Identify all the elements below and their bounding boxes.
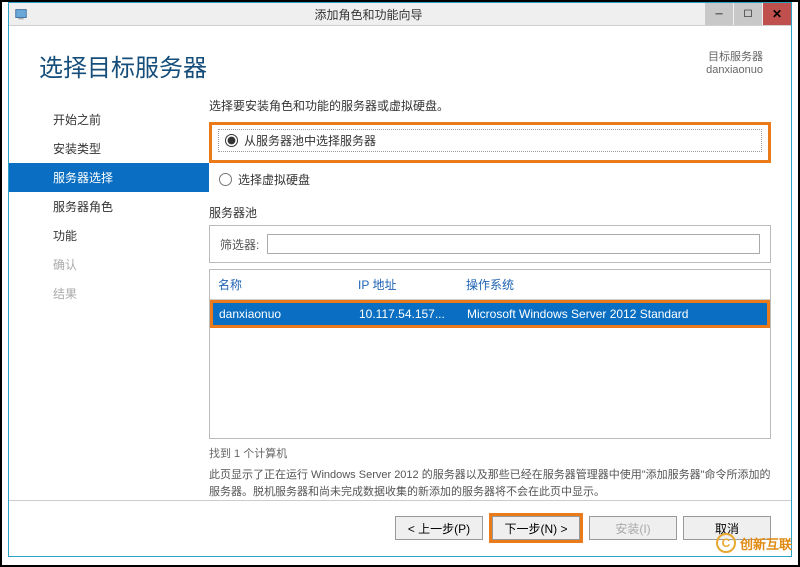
filter-label: 筛选器:: [220, 236, 259, 253]
instruction-text: 选择要安装角色和功能的服务器或虚拟硬盘。: [209, 97, 771, 114]
col-ip[interactable]: IP 地址: [358, 276, 466, 293]
radio-group-highlight: 从服务器池中选择服务器: [209, 122, 771, 163]
sidebar-item-features[interactable]: 功能: [9, 221, 209, 250]
filter-input[interactable]: [267, 234, 760, 254]
radio-vhd[interactable]: 选择虚拟硬盘: [209, 169, 771, 190]
radio-from-pool[interactable]: 从服务器池中选择服务器: [218, 129, 762, 152]
filter-box: 筛选器:: [209, 225, 771, 263]
wizard-window: 添加角色和功能向导 ─ ☐ ✕ 选择目标服务器 目标服务器 danxiaonuo…: [8, 2, 792, 557]
watermark-icon: C: [716, 533, 736, 553]
pool-label: 服务器池: [209, 204, 771, 221]
app-icon: [9, 7, 33, 21]
col-name[interactable]: 名称: [218, 276, 358, 293]
sidebar-item-begin[interactable]: 开始之前: [9, 105, 209, 134]
cell-os: Microsoft Windows Server 2012 Standard: [467, 307, 761, 321]
sidebar-item-confirm: 确认: [9, 250, 209, 279]
next-button-highlight: 下一步(N) >: [489, 513, 583, 543]
watermark: C 创新互联: [716, 533, 792, 553]
radio-from-pool-input[interactable]: [225, 134, 238, 147]
next-button[interactable]: 下一步(N) >: [492, 516, 580, 540]
radio-vhd-label: 选择虚拟硬盘: [238, 171, 310, 188]
radio-from-pool-label: 从服务器池中选择服务器: [244, 132, 376, 149]
selected-row-highlight: danxiaonuo 10.117.54.157... Microsoft Wi…: [210, 300, 770, 328]
maximize-button[interactable]: ☐: [734, 3, 762, 25]
radio-vhd-input[interactable]: [219, 173, 232, 186]
table-empty-area: [210, 328, 770, 438]
sidebar-item-results: 结果: [9, 279, 209, 308]
header-target: 目标服务器 danxiaonuo: [706, 48, 763, 76]
sidebar-item-install-type[interactable]: 安装类型: [9, 134, 209, 163]
col-os[interactable]: 操作系统: [466, 276, 762, 293]
page-title: 选择目标服务器: [39, 48, 706, 83]
sidebar-item-server-select[interactable]: 服务器选择: [9, 163, 209, 192]
table-row[interactable]: danxiaonuo 10.117.54.157... Microsoft Wi…: [213, 303, 767, 325]
header: 选择目标服务器 目标服务器 danxiaonuo: [9, 26, 791, 97]
main-panel: 选择要安装角色和功能的服务器或虚拟硬盘。 从服务器池中选择服务器 选择虚拟硬盘 …: [209, 97, 791, 500]
count-text: 找到 1 个计算机: [209, 445, 771, 461]
wizard-sidebar: 开始之前 安装类型 服务器选择 服务器角色 功能 确认 结果: [9, 97, 209, 500]
target-value: danxiaonuo: [706, 64, 763, 76]
close-button[interactable]: ✕: [763, 3, 791, 25]
description-text: 此页显示了正在运行 Windows Server 2012 的服务器以及那些已经…: [209, 467, 771, 500]
titlebar: 添加角色和功能向导 ─ ☐ ✕: [9, 3, 791, 26]
sidebar-item-server-roles[interactable]: 服务器角色: [9, 192, 209, 221]
install-button: 安装(I): [589, 516, 677, 540]
cell-ip: 10.117.54.157...: [359, 307, 467, 321]
table-header: 名称 IP 地址 操作系统: [210, 270, 770, 300]
server-table: 名称 IP 地址 操作系统 danxiaonuo 10.117.54.157..…: [209, 269, 771, 439]
footer: < 上一步(P) 下一步(N) > 安装(I) 取消: [9, 500, 791, 557]
minimize-button[interactable]: ─: [705, 3, 733, 25]
watermark-text: 创新互联: [740, 534, 792, 553]
prev-button[interactable]: < 上一步(P): [395, 516, 483, 540]
window-title: 添加角色和功能向导: [33, 6, 704, 23]
target-label: 目标服务器: [706, 48, 763, 64]
cell-name: danxiaonuo: [219, 307, 359, 321]
